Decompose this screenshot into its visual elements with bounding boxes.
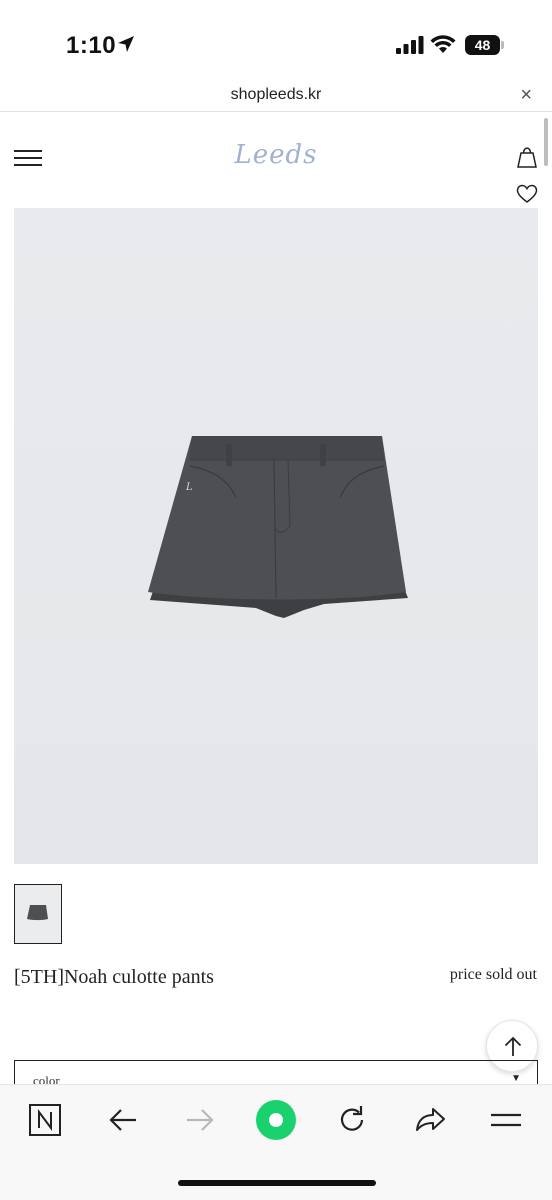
arrow-right-icon[interactable] bbox=[182, 1102, 218, 1138]
chevron-down-icon: ▼ bbox=[511, 1073, 521, 1084]
status-bar: 1:10 48 bbox=[0, 0, 552, 80]
product-thumbnail[interactable] bbox=[14, 884, 62, 944]
svg-text:L: L bbox=[185, 482, 193, 493]
location-arrow-icon bbox=[118, 36, 134, 52]
product-image[interactable]: L bbox=[14, 208, 538, 864]
product-price: price sold out bbox=[449, 966, 537, 983]
url-bar[interactable]: shopleeds.kr × bbox=[0, 80, 552, 112]
arrow-left-icon[interactable] bbox=[106, 1102, 142, 1138]
share-icon[interactable] bbox=[412, 1102, 448, 1138]
battery-level: 48 bbox=[465, 35, 500, 55]
status-time: 1:10 bbox=[66, 32, 117, 59]
scrollbar[interactable] bbox=[544, 118, 548, 166]
site-logo[interactable]: Leeds bbox=[0, 140, 552, 170]
thumbnail-skirt bbox=[15, 885, 60, 942]
heart-icon[interactable] bbox=[516, 184, 538, 204]
reload-icon[interactable] bbox=[334, 1102, 370, 1138]
naver-n-icon[interactable] bbox=[28, 1102, 64, 1138]
shopping-bag-icon[interactable] bbox=[516, 145, 538, 169]
home-indicator[interactable] bbox=[178, 1180, 376, 1186]
url-text[interactable]: shopleeds.kr bbox=[0, 86, 552, 104]
wifi-icon bbox=[430, 35, 456, 53]
close-icon[interactable]: × bbox=[520, 84, 532, 107]
skirt-illustration: L bbox=[14, 208, 538, 864]
cellular-signal-icon bbox=[396, 36, 424, 54]
green-dot-icon[interactable] bbox=[254, 1098, 298, 1142]
product-name: [5TH]Noah culotte pants bbox=[14, 966, 214, 988]
menu-lines-icon[interactable] bbox=[488, 1102, 524, 1138]
battery-nub bbox=[501, 41, 504, 49]
battery-indicator: 48 bbox=[465, 35, 505, 55]
